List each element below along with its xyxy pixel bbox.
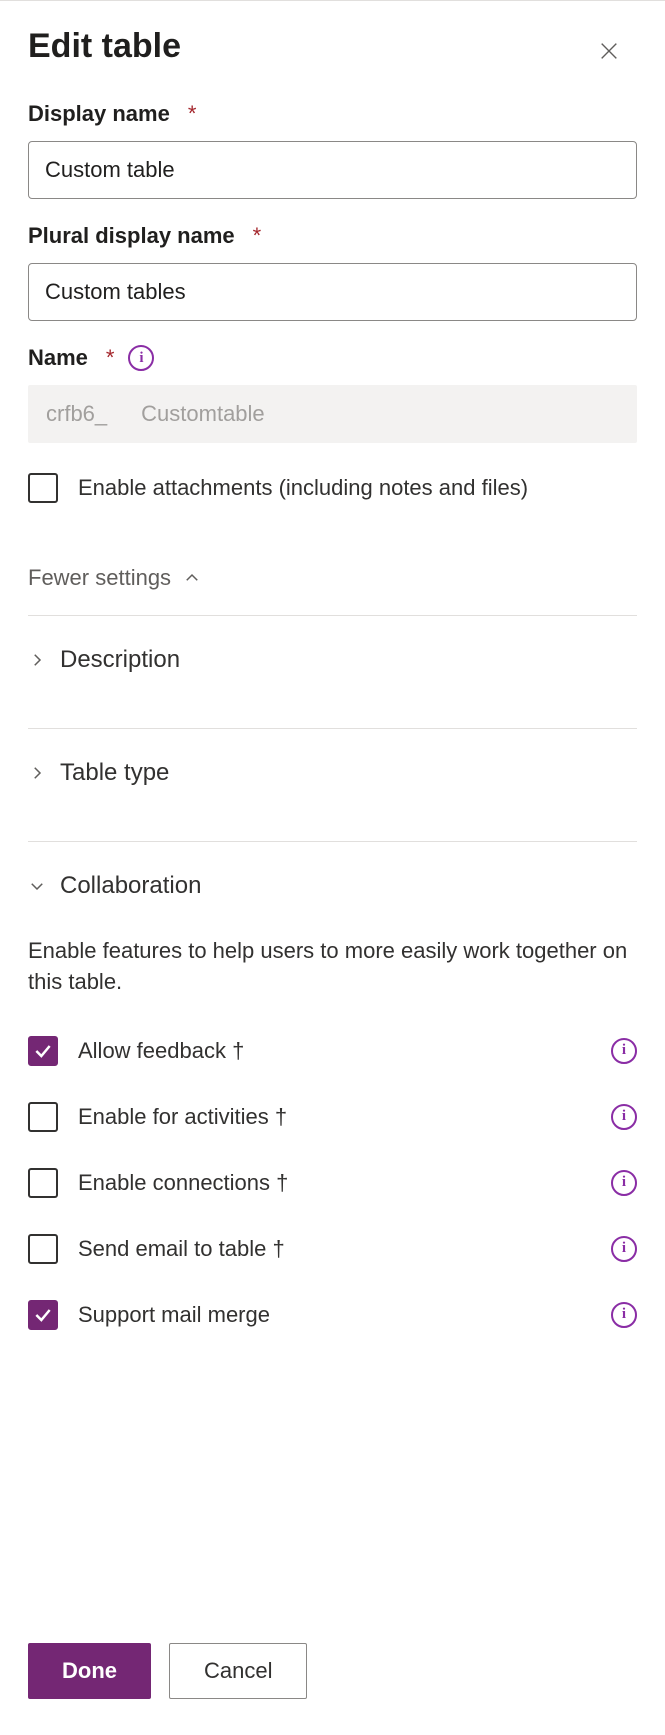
display-name-label: Display name * [28, 101, 637, 127]
chevron-right-icon [28, 651, 46, 669]
collaboration-checkbox[interactable] [28, 1102, 58, 1132]
display-name-input[interactable] [28, 141, 637, 199]
done-button[interactable]: Done [28, 1643, 151, 1699]
section-description-title: Description [60, 646, 180, 674]
enable-attachments-checkbox[interactable] [28, 473, 58, 503]
name-input-row: crfb6_ [28, 385, 637, 443]
info-icon[interactable]: i [611, 1104, 637, 1130]
collaboration-row: Enable connections † i [28, 1150, 637, 1216]
name-prefix: crfb6_ [28, 401, 125, 427]
name-input [125, 385, 637, 443]
name-label: Name * i [28, 345, 637, 371]
collaboration-row: Enable for activities † i [28, 1084, 637, 1150]
section-table-type-header[interactable]: Table type [28, 729, 637, 817]
collaboration-checkbox[interactable] [28, 1168, 58, 1198]
collaboration-checkbox[interactable] [28, 1234, 58, 1264]
field-name: Name * i crfb6_ [28, 345, 637, 443]
enable-attachments-row: Enable attachments (including notes and … [28, 473, 637, 503]
collaboration-label: Enable connections † [78, 1168, 591, 1198]
collaboration-label: Support mail merge [78, 1300, 591, 1330]
collaboration-row: Send email to table † i [28, 1216, 637, 1282]
plural-name-input[interactable] [28, 263, 637, 321]
scroll-spacer [28, 1348, 637, 1568]
info-icon[interactable]: i [611, 1038, 637, 1064]
panel-body: Display name * Plural display name * Name *… [0, 77, 665, 1617]
collaboration-label: Send email to table † [78, 1234, 591, 1264]
chevron-down-icon [28, 877, 46, 895]
info-icon[interactable]: i [611, 1302, 637, 1328]
display-name-label-text: Display name [28, 101, 170, 127]
info-icon[interactable]: i [128, 345, 154, 371]
collaboration-description: Enable features to help users to more ea… [28, 936, 637, 998]
check-icon [33, 1305, 53, 1325]
fewer-settings-toggle[interactable]: Fewer settings [28, 565, 637, 591]
chevron-right-icon [28, 764, 46, 782]
close-icon [598, 40, 620, 62]
enable-attachments-label: Enable attachments (including notes and … [78, 473, 637, 503]
collaboration-checkbox[interactable] [28, 1300, 58, 1330]
section-collaboration-header[interactable]: Collaboration [28, 842, 637, 930]
collaboration-label: Allow feedback † [78, 1036, 591, 1066]
collaboration-items: Allow feedback †iEnable for activities †… [28, 1018, 637, 1348]
check-icon [33, 1041, 53, 1061]
required-asterisk: * [188, 101, 197, 127]
field-plural-name: Plural display name * [28, 223, 637, 321]
collaboration-checkbox[interactable] [28, 1036, 58, 1066]
section-description-header[interactable]: Description [28, 616, 637, 704]
plural-name-label-text: Plural display name [28, 223, 235, 249]
panel-header: Edit table [0, 1, 665, 77]
collaboration-row: Support mail merge i [28, 1282, 637, 1348]
panel-footer: Done Cancel [0, 1617, 665, 1735]
collaboration-label: Enable for activities † [78, 1102, 591, 1132]
close-button[interactable] [591, 33, 627, 69]
field-display-name: Display name * [28, 101, 637, 199]
panel-title: Edit table [28, 27, 181, 66]
chevron-up-icon [183, 569, 201, 587]
required-asterisk: * [106, 345, 115, 371]
collaboration-row: Allow feedback † i [28, 1018, 637, 1084]
info-icon[interactable]: i [611, 1170, 637, 1196]
section-table-type-title: Table type [60, 759, 169, 787]
cancel-button[interactable]: Cancel [169, 1643, 307, 1699]
section-collaboration-title: Collaboration [60, 872, 201, 900]
plural-name-label: Plural display name * [28, 223, 637, 249]
fewer-settings-label: Fewer settings [28, 565, 171, 591]
required-asterisk: * [253, 223, 262, 249]
name-label-text: Name [28, 345, 88, 371]
edit-table-panel: Edit table Display name * Plural display … [0, 0, 665, 1735]
info-icon[interactable]: i [611, 1236, 637, 1262]
